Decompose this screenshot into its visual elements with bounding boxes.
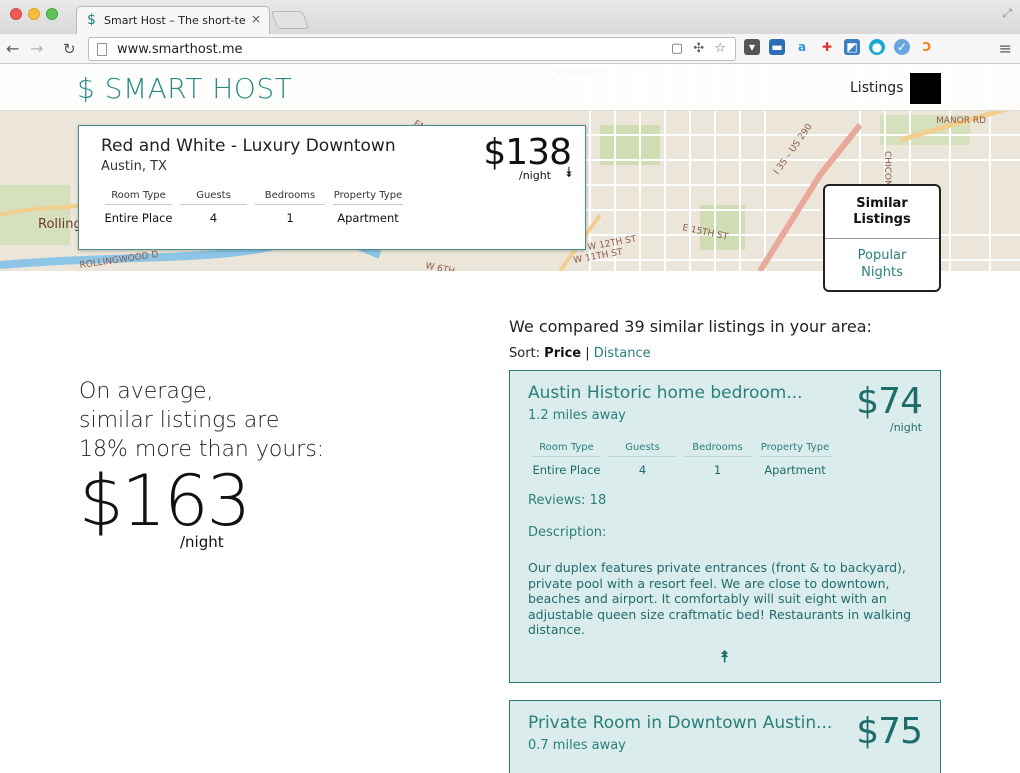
page-viewport: W 24TH ST MANOR RD I 35 – US 290 CHICON … (0, 65, 1020, 773)
similar-listing-attributes: Room Type Entire Place Guests 4 Bedrooms… (528, 442, 835, 477)
sort-separator: | (585, 346, 590, 361)
side-tabs: Similar Listings Popular Nights (823, 184, 941, 292)
chevron-up-icon[interactable]: ⯭ (720, 647, 730, 667)
address-bar[interactable]: www.smarthost.me ▢ ✣ ☆ (88, 37, 736, 61)
attr-label: Property Type (333, 190, 403, 205)
similar-listing-title[interactable]: Private Room in Downtown Austin... (528, 713, 832, 733)
attr-property-type: Property Type Apartment (329, 190, 407, 225)
attr-property-type: Property Type Apartment (755, 442, 835, 477)
attr-value: 1 (286, 211, 294, 225)
summary-line: On average, (79, 379, 214, 404)
attr-room-type: Room Type Entire Place (528, 442, 605, 477)
page-icon (97, 43, 107, 56)
attr-label: Room Type (105, 190, 172, 205)
extension-icons: ▾ ▬ a ✚ ◩ ● ✓ Ͻ (744, 39, 935, 55)
attr-label: Bedrooms (684, 442, 751, 457)
fullscreen-icon[interactable]: ⤢ (1002, 6, 1012, 21)
extension-calendar-icon[interactable]: ▬ (769, 39, 785, 55)
extension-a-icon[interactable]: a (794, 39, 810, 55)
attr-label: Bedrooms (255, 190, 325, 205)
zoom-window-button[interactable] (46, 8, 58, 20)
similar-listing-title[interactable]: Austin Historic home bedroom... (528, 383, 803, 403)
average-summary: On average, similar listings are 18% mor… (79, 377, 324, 464)
attr-label: Guests (609, 442, 676, 457)
attr-value: Entire Place (104, 211, 173, 225)
comparison-heading: We compared 39 similar listings in your … (509, 317, 872, 336)
attr-value: Apartment (337, 211, 399, 225)
map-label: MANOR RD (936, 116, 986, 126)
attr-room-type: Room Type Entire Place (101, 190, 176, 225)
attr-value: Entire Place (532, 463, 601, 477)
similar-listing-description: Our duplex features private entrances (f… (528, 560, 912, 637)
similar-listing-price: $75 (856, 711, 923, 752)
bookmark-star-icon[interactable]: ▢ ✣ ☆ (671, 41, 729, 56)
tab-label: Listings (853, 212, 911, 227)
browser-toolbar: ← → ↻ www.smarthost.me ▢ ✣ ☆ ▾ ▬ a ✚ ◩ ●… (0, 34, 1020, 64)
summary-line: similar listings are (79, 408, 280, 433)
browser-tab[interactable]: $ Smart Host – The short-te × (76, 6, 270, 34)
tab-close-icon[interactable]: × (251, 12, 261, 26)
extension-check-icon[interactable]: ✓ (894, 39, 910, 55)
tab-label: Nights (861, 265, 903, 280)
similar-listing-card[interactable]: Austin Historic home bedroom... 1.2 mile… (509, 370, 941, 683)
forward-icon[interactable]: → (30, 39, 43, 58)
pocket-icon[interactable]: ▾ (744, 39, 760, 55)
similar-listing-distance: 0.7 miles away (528, 738, 626, 753)
similar-listing-reviews: Reviews: 18 (528, 493, 607, 508)
similar-listing-price: $74 (856, 381, 923, 422)
close-window-button[interactable] (10, 8, 22, 20)
attr-bedrooms: Bedrooms 1 (251, 190, 329, 225)
listing-per-night: /night (518, 169, 551, 182)
tab-popular-nights[interactable]: Popular Nights (825, 239, 939, 281)
similar-listing-per-night: /night (889, 421, 922, 434)
extension-timer-icon[interactable]: ◩ (844, 39, 860, 55)
listing-attributes: Room Type Entire Place Guests 4 Bedrooms… (101, 190, 407, 225)
similar-listing-description-label: Description: (528, 525, 607, 540)
tab-label: Popular (857, 248, 907, 263)
sort-distance-option[interactable]: Distance (594, 346, 651, 361)
new-tab-button[interactable] (270, 11, 310, 29)
attr-label: Property Type (759, 442, 831, 457)
browser-tab-bar: $ Smart Host – The short-te × ⤢ (0, 0, 1020, 34)
average-per-night: /night (180, 533, 224, 551)
site-header: $ SMART HOST Listings (0, 65, 1020, 111)
tab-title: Smart Host – The short-te (104, 14, 246, 27)
tab-label: Similar (856, 196, 908, 211)
attr-value: 1 (713, 463, 722, 477)
favicon-dollar-icon: $ (87, 12, 96, 28)
tab-similar-listings[interactable]: Similar Listings (825, 186, 939, 239)
nav-listings-link[interactable]: Listings (850, 80, 903, 96)
sort-controls: Sort: Price | Distance (509, 346, 651, 361)
extension-spiral-icon[interactable]: Ͻ (919, 39, 935, 55)
listing-title: Red and White - Luxury Downtown (101, 136, 396, 156)
listing-price: $138 (483, 132, 572, 173)
reload-icon[interactable]: ↻ (63, 40, 76, 58)
similar-listing-distance: 1.2 miles away (528, 408, 626, 423)
url-text[interactable]: www.smarthost.me (117, 42, 243, 57)
attr-value: 4 (209, 211, 218, 225)
sort-price-option[interactable]: Price (544, 346, 581, 361)
attr-label: Room Type (532, 442, 601, 457)
listing-location: Austin, TX (101, 159, 167, 174)
attr-bedrooms: Bedrooms 1 (680, 442, 755, 477)
attr-label: Guests (180, 190, 247, 205)
site-logo[interactable]: $ SMART HOST (77, 72, 292, 105)
attr-guests: Guests 4 (605, 442, 680, 477)
average-price: $163 (79, 460, 251, 542)
current-listing-card: Red and White - Luxury Downtown Austin, … (78, 125, 586, 250)
map-label: CHICON (882, 151, 892, 187)
attr-guests: Guests 4 (176, 190, 251, 225)
minimize-window-button[interactable] (28, 8, 40, 20)
menu-icon[interactable]: ≡ (999, 39, 1012, 58)
attr-value: 4 (638, 463, 647, 477)
back-icon[interactable]: ← (6, 39, 19, 58)
similar-listing-card[interactable]: Private Room in Downtown Austin... 0.7 m… (509, 700, 941, 773)
attr-value: Apartment (764, 463, 826, 477)
sort-label: Sort: (509, 346, 541, 361)
extension-cross-icon[interactable]: ✚ (819, 39, 835, 55)
user-avatar[interactable] (910, 73, 941, 104)
extension-circle-icon[interactable]: ● (869, 39, 885, 55)
chevron-down-icon[interactable]: ⯯ (565, 165, 573, 181)
map-label: Rolling (38, 217, 82, 232)
